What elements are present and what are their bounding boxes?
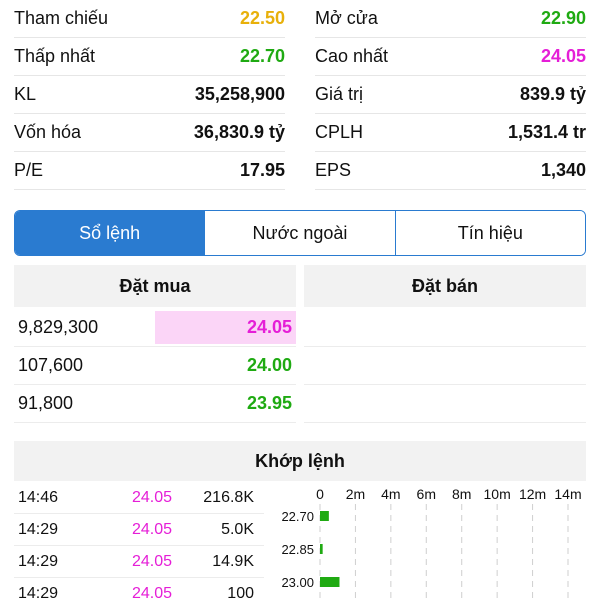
y-tick-label: 22.70 <box>281 509 314 524</box>
stat-value: 22.90 <box>540 8 586 28</box>
match-price: 24.05 <box>132 520 173 538</box>
stat-value: 17.95 <box>239 160 285 180</box>
stat-label: Cao nhất <box>315 46 389 66</box>
matched-order-row: 14:29 24.05 14.9K <box>14 546 264 578</box>
matched-orders-header: Khớp lệnh <box>14 441 586 481</box>
volume-by-price-chart: 0 2m 4m 6m 8m 10m 12m 14m 22.70 22.85 23.00 <box>281 486 582 600</box>
sell-order-row <box>304 309 586 347</box>
stat-value: 24.05 <box>540 46 586 66</box>
stat-volume: KL 35,258,900 <box>14 76 285 114</box>
stat-label: EPS <box>315 160 352 180</box>
stat-label: Giá trị <box>315 84 364 104</box>
stat-high: Cao nhất 24.05 <box>315 38 586 76</box>
buy-orders-header: Đặt mua <box>14 265 296 307</box>
x-tick-label: 8m <box>452 486 471 502</box>
buy-order-price: 24.00 <box>246 355 292 375</box>
sell-order-row <box>304 347 586 385</box>
matched-orders-list: 14:46 24.05 216.8K 14:29 24.05 5.0K 14:2… <box>14 482 264 600</box>
match-time: 14:29 <box>18 584 59 600</box>
stat-open: Mở cửa 22.90 <box>315 0 586 38</box>
stat-reference: Tham chiếu 22.50 <box>14 0 285 38</box>
stat-value: 22.70 <box>239 46 285 66</box>
buy-order-price: 23.95 <box>246 393 292 413</box>
match-price: 24.05 <box>132 488 173 506</box>
x-tick-label: 0 <box>316 486 324 502</box>
matched-order-row: 14:46 24.05 216.8K <box>14 482 264 514</box>
stat-label: KL <box>14 84 37 104</box>
volume-bar <box>320 577 340 587</box>
stats-row: Tham chiếu 22.50 Mở cửa 22.90 <box>14 0 586 38</box>
stat-label: Tham chiếu <box>14 8 109 28</box>
stat-value: 36,830.9 tỷ <box>193 122 285 142</box>
stat-label: CPLH <box>315 122 364 142</box>
stats-row: KL 35,258,900 Giá trị 839.9 tỷ <box>14 76 586 114</box>
stat-label: Mở cửa <box>315 8 378 28</box>
stats-row: Vốn hóa 36,830.9 tỷ CPLH 1,531.4 tr <box>14 114 586 152</box>
stat-market-cap: Vốn hóa 36,830.9 tỷ <box>14 114 285 152</box>
y-tick-label: 22.85 <box>281 542 314 557</box>
volume-bar <box>320 544 323 554</box>
buy-order-volume: 91,800 <box>18 393 74 413</box>
stats-row: P/E 17.95 EPS 1,340 <box>14 152 586 190</box>
x-tick-label: 14m <box>554 486 581 502</box>
match-time: 14:46 <box>18 488 59 506</box>
stat-label: P/E <box>14 160 44 180</box>
tab-order-book[interactable]: Sổ lệnh <box>15 211 205 255</box>
stat-eps: EPS 1,340 <box>315 152 586 190</box>
stat-value: 1,531.4 tr <box>507 122 586 142</box>
stat-value-traded: Giá trị 839.9 tỷ <box>315 76 586 114</box>
sell-order-row <box>304 385 586 423</box>
buy-order-row: 9,829,300 24.05 <box>14 309 296 347</box>
stats-row: Thấp nhất 22.70 Cao nhất 24.05 <box>14 38 586 76</box>
buy-orders-list: 9,829,300 24.05 107,600 24.00 91,800 23.… <box>14 309 296 423</box>
stat-label: Thấp nhất <box>14 46 96 66</box>
match-volume: 100 <box>227 584 254 600</box>
sell-orders-list <box>304 309 586 423</box>
tab-signals[interactable]: Tín hiệu <box>394 211 585 255</box>
buy-order-row: 91,800 23.95 <box>14 385 296 423</box>
stat-value: 35,258,900 <box>194 84 285 104</box>
stat-low: Thấp nhất 22.70 <box>14 38 285 76</box>
volume-bar <box>320 511 329 521</box>
stat-label: Vốn hóa <box>14 122 82 142</box>
x-tick-label: 12m <box>519 486 546 502</box>
stock-stats: Tham chiếu 22.50 Mở cửa 22.90 Thấp nhất … <box>14 0 586 190</box>
matched-order-row: 14:29 24.05 5.0K <box>14 514 264 546</box>
stat-shares-outstanding: CPLH 1,531.4 tr <box>315 114 586 152</box>
buy-order-price: 24.05 <box>246 317 292 337</box>
stat-pe: P/E 17.95 <box>14 152 285 190</box>
match-price: 24.05 <box>132 584 173 600</box>
buy-order-volume: 9,829,300 <box>18 317 99 337</box>
match-time: 14:29 <box>18 520 59 538</box>
x-tick-label: 2m <box>346 486 365 502</box>
buy-order-volume: 107,600 <box>18 355 84 375</box>
sell-orders-header: Đặt bán <box>304 265 586 307</box>
matched-order-row: 14:29 24.05 100 <box>14 578 264 600</box>
match-time: 14:29 <box>18 552 59 570</box>
stat-value: 1,340 <box>540 160 586 180</box>
tab-foreign[interactable]: Nước ngoài <box>204 211 395 255</box>
x-tick-label: 10m <box>484 486 511 502</box>
y-tick-label: 23.00 <box>281 575 314 590</box>
stat-value: 839.9 tỷ <box>519 84 586 104</box>
match-volume: 216.8K <box>203 488 254 506</box>
x-tick-label: 6m <box>417 486 436 502</box>
match-volume: 5.0K <box>221 520 254 538</box>
stat-value: 22.50 <box>239 8 285 28</box>
match-price: 24.05 <box>132 552 173 570</box>
buy-order-row: 107,600 24.00 <box>14 347 296 385</box>
match-volume: 14.9K <box>212 552 254 570</box>
x-tick-label: 4m <box>381 486 400 502</box>
segmented-tabs: Sổ lệnh Nước ngoài Tín hiệu <box>14 210 586 256</box>
